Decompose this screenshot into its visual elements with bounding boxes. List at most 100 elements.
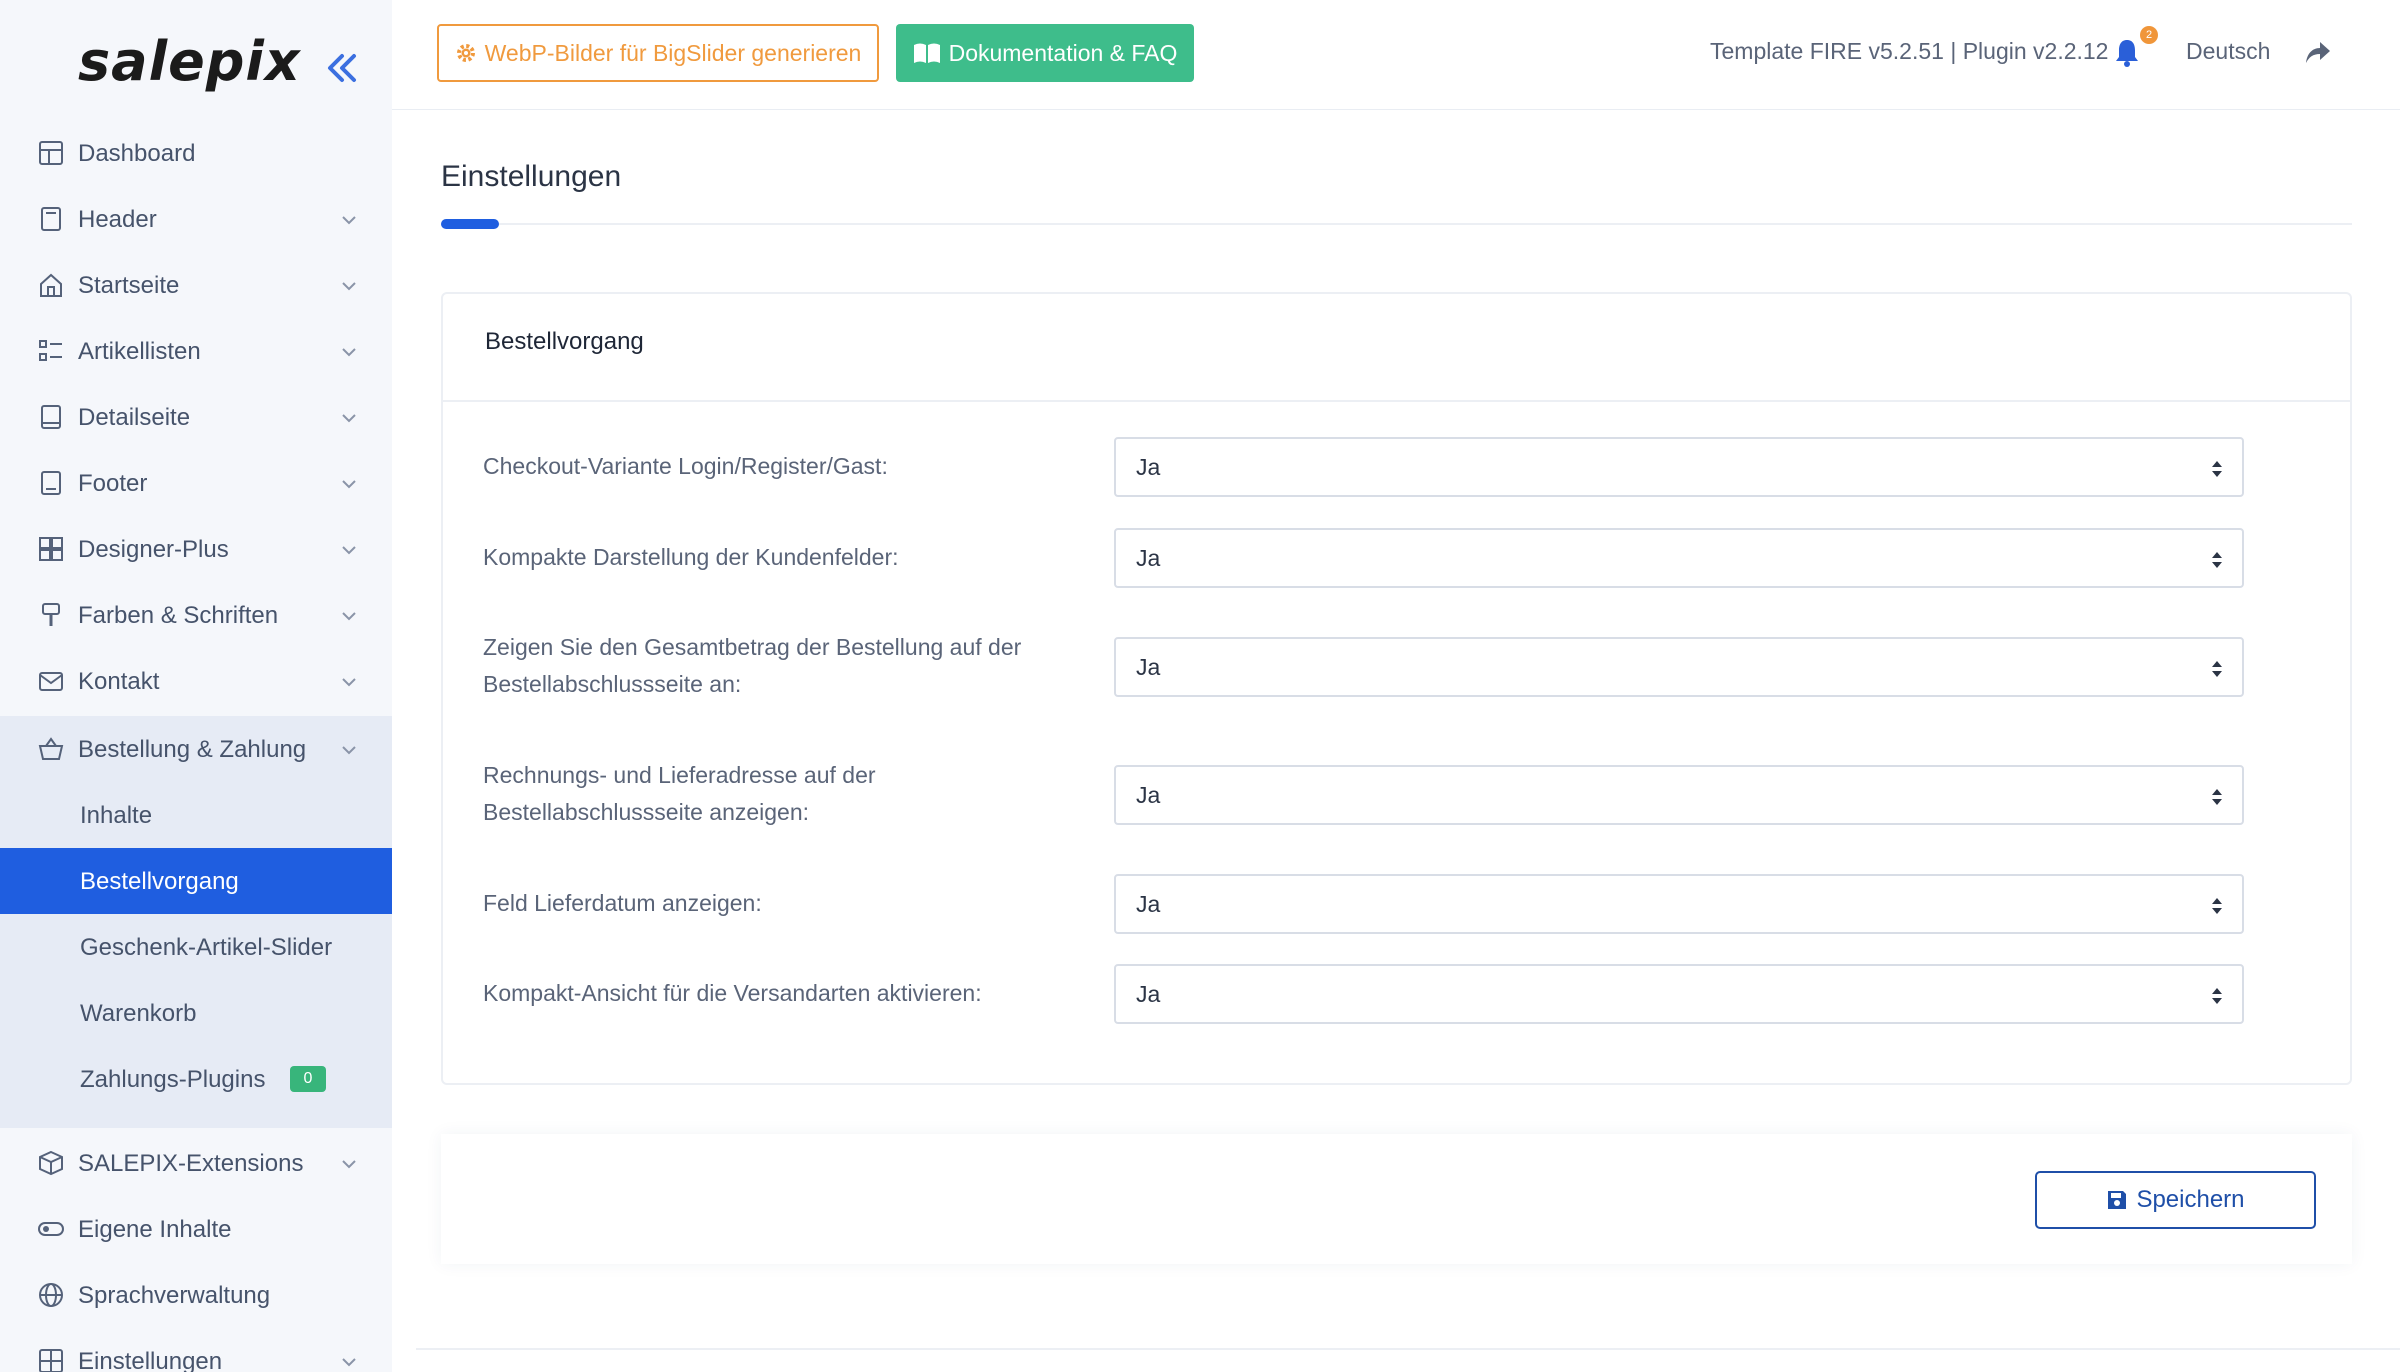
setting-label-checkout-variant: Checkout-Variante Login/Register/Gast: — [483, 453, 888, 479]
sidebar-item-label: Footer — [78, 470, 148, 497]
sidebar-item-label: Dashboard — [78, 140, 196, 167]
sidebar-item-einstellungen[interactable]: Einstellungen — [0, 1328, 392, 1372]
setting-label-show-addresses: Rechnungs- und Lieferadresse auf der Bes… — [483, 762, 876, 825]
setting-label-show-total-amount: Zeigen Sie den Gesamtbetrag der Bestellu… — [483, 634, 1022, 697]
page-title: Einstellungen — [441, 160, 622, 193]
brush-icon — [42, 603, 60, 626]
sort-arrows-icon — [2212, 552, 2222, 568]
sidebar-item-label: Farben & Schriften — [78, 602, 279, 629]
card-header: Bestellvorgang — [443, 294, 2350, 402]
sidebar-item-kontakt[interactable]: Kontakt — [0, 648, 392, 714]
sidebar-item-salepix-extensions[interactable]: SALEPIX-Extensions — [0, 1130, 392, 1196]
open-book-icon — [913, 43, 940, 63]
submenu-item-warenkorb[interactable]: Warenkorb — [0, 980, 392, 1046]
select-value: Ja — [1136, 545, 1161, 571]
sort-arrows-icon — [2212, 789, 2222, 805]
settings-grid-icon — [39, 1349, 63, 1372]
select-compact-customer-fields[interactable]: Ja — [1114, 528, 2244, 588]
select-delivery-date-field[interactable]: Ja — [1114, 874, 2244, 934]
select-show-addresses[interactable]: Ja — [1114, 765, 2244, 825]
save-button[interactable]: Speichern — [2035, 1171, 2316, 1229]
sort-arrows-icon — [2212, 461, 2222, 477]
select-checkout-variant[interactable]: Ja — [1114, 437, 2244, 497]
sidebar-item-label: Einstellungen — [78, 1348, 223, 1372]
list-icon — [39, 340, 62, 361]
collapse-sidebar-icon[interactable] — [322, 48, 362, 88]
mail-icon — [39, 672, 63, 691]
chevron-down-icon — [342, 282, 356, 291]
sidebar-item-label: Eigene Inhalte — [78, 1216, 232, 1243]
home-icon — [40, 273, 62, 297]
language-selector[interactable]: Deutsch — [2186, 38, 2270, 65]
sidebar-item-sprachverwaltung[interactable]: Sprachverwaltung — [0, 1262, 392, 1328]
chevron-down-icon — [342, 480, 356, 489]
card-title: Bestellvorgang — [485, 328, 644, 355]
sort-arrows-icon — [2212, 988, 2222, 1004]
submenu-item-inhalte[interactable]: Inhalte — [0, 782, 392, 848]
header-icon — [41, 207, 61, 231]
submenu-item-zahlungs-plugins[interactable]: Zahlungs-Plugins 0 — [0, 1046, 392, 1112]
submenu-item-label: Inhalte — [80, 802, 153, 829]
logo[interactable]: salepix — [78, 30, 301, 93]
documentation-button[interactable]: Dokumentation & FAQ — [896, 24, 1194, 82]
version-info: Template FIRE v5.2.51 | Plugin v2.2.12 — [1710, 38, 2109, 64]
sidebar-item-eigene-inhalte[interactable]: Eigene Inhalte — [0, 1196, 392, 1262]
documentation-label: Dokumentation & FAQ — [948, 39, 1178, 66]
chevron-down-icon — [342, 348, 356, 357]
dashboard-icon — [39, 141, 63, 165]
chevron-down-icon — [342, 612, 356, 621]
sort-arrows-icon — [2212, 661, 2222, 677]
chevron-down-icon — [342, 216, 356, 225]
sidebar-item-footer[interactable]: Footer — [0, 450, 392, 516]
sidebar: salepix Dashboard Header Startseite Arti… — [0, 0, 392, 1372]
sidebar-item-label: Detailseite — [78, 404, 191, 431]
submenu-item-label: Zahlungs-Plugins — [80, 1066, 266, 1093]
submenu-item-label: Geschenk-Artikel-Slider — [80, 934, 333, 961]
chevron-down-icon — [342, 546, 356, 555]
sidebar-item-dashboard[interactable]: Dashboard — [0, 120, 392, 186]
sidebar-item-label: Sprachverwaltung — [78, 1282, 271, 1309]
chevron-down-icon — [342, 678, 356, 687]
footer-divider — [416, 1348, 2400, 1350]
setting-label-delivery-date-field: Feld Lieferdatum anzeigen: — [483, 890, 762, 916]
sidebar-item-header[interactable]: Header — [0, 186, 392, 252]
chevron-down-icon — [342, 1358, 356, 1367]
select-compact-shipping[interactable]: Ja — [1114, 964, 2244, 1024]
grid-icon — [39, 537, 63, 561]
notification-badge: 2 — [2140, 26, 2158, 44]
basket-icon — [38, 737, 64, 760]
sidebar-item-label: SALEPIX-Extensions — [78, 1150, 304, 1177]
footer-icon — [41, 471, 61, 495]
chevron-down-icon — [342, 746, 356, 755]
chevron-down-icon — [342, 414, 356, 423]
submenu-item-label: Bestellvorgang — [80, 868, 239, 895]
select-value: Ja — [1136, 981, 1161, 1007]
sidebar-item-bestellung-zahlung[interactable]: Bestellung & Zahlung — [0, 716, 392, 782]
webp-generate-button[interactable]: WebP-Bilder für BigSlider generieren — [437, 24, 879, 82]
sidebar-item-detailseite[interactable]: Detailseite — [0, 384, 392, 450]
bell-icon[interactable] — [2114, 38, 2140, 68]
book-icon — [41, 405, 61, 429]
brand: salepix — [0, 0, 392, 136]
share-icon[interactable] — [2304, 40, 2332, 66]
sidebar-item-farben-schriften[interactable]: Farben & Schriften — [0, 582, 392, 648]
sidebar-item-startseite[interactable]: Startseite — [0, 252, 392, 318]
select-value: Ja — [1136, 891, 1161, 917]
sidebar-item-designer-plus[interactable]: Designer-Plus — [0, 516, 392, 582]
save-label: Speichern — [2136, 1186, 2245, 1213]
setting-label-compact-customer-fields: Kompakte Darstellung der Kundenfelder: — [483, 544, 899, 570]
sidebar-item-label: Designer-Plus — [78, 536, 229, 563]
gear-icon — [456, 44, 475, 62]
submenu-item-bestellvorgang[interactable]: Bestellvorgang — [0, 848, 392, 914]
setting-label-compact-shipping: Kompakt-Ansicht für die Versandarten akt… — [483, 980, 982, 1006]
chevron-down-icon — [342, 1160, 356, 1169]
select-value: Ja — [1136, 654, 1161, 680]
sidebar-item-label: Artikellisten — [78, 338, 201, 365]
sidebar-item-label: Bestellung & Zahlung — [78, 736, 307, 763]
select-show-total-amount[interactable]: Ja — [1114, 637, 2244, 697]
toggle-icon — [38, 1222, 64, 1236]
sidebar-item-artikellisten[interactable]: Artikellisten — [0, 318, 392, 384]
sidebar-item-label: Kontakt — [78, 668, 160, 695]
title-accent — [441, 219, 499, 229]
submenu-item-geschenk-artikel-slider[interactable]: Geschenk-Artikel-Slider — [0, 914, 392, 980]
